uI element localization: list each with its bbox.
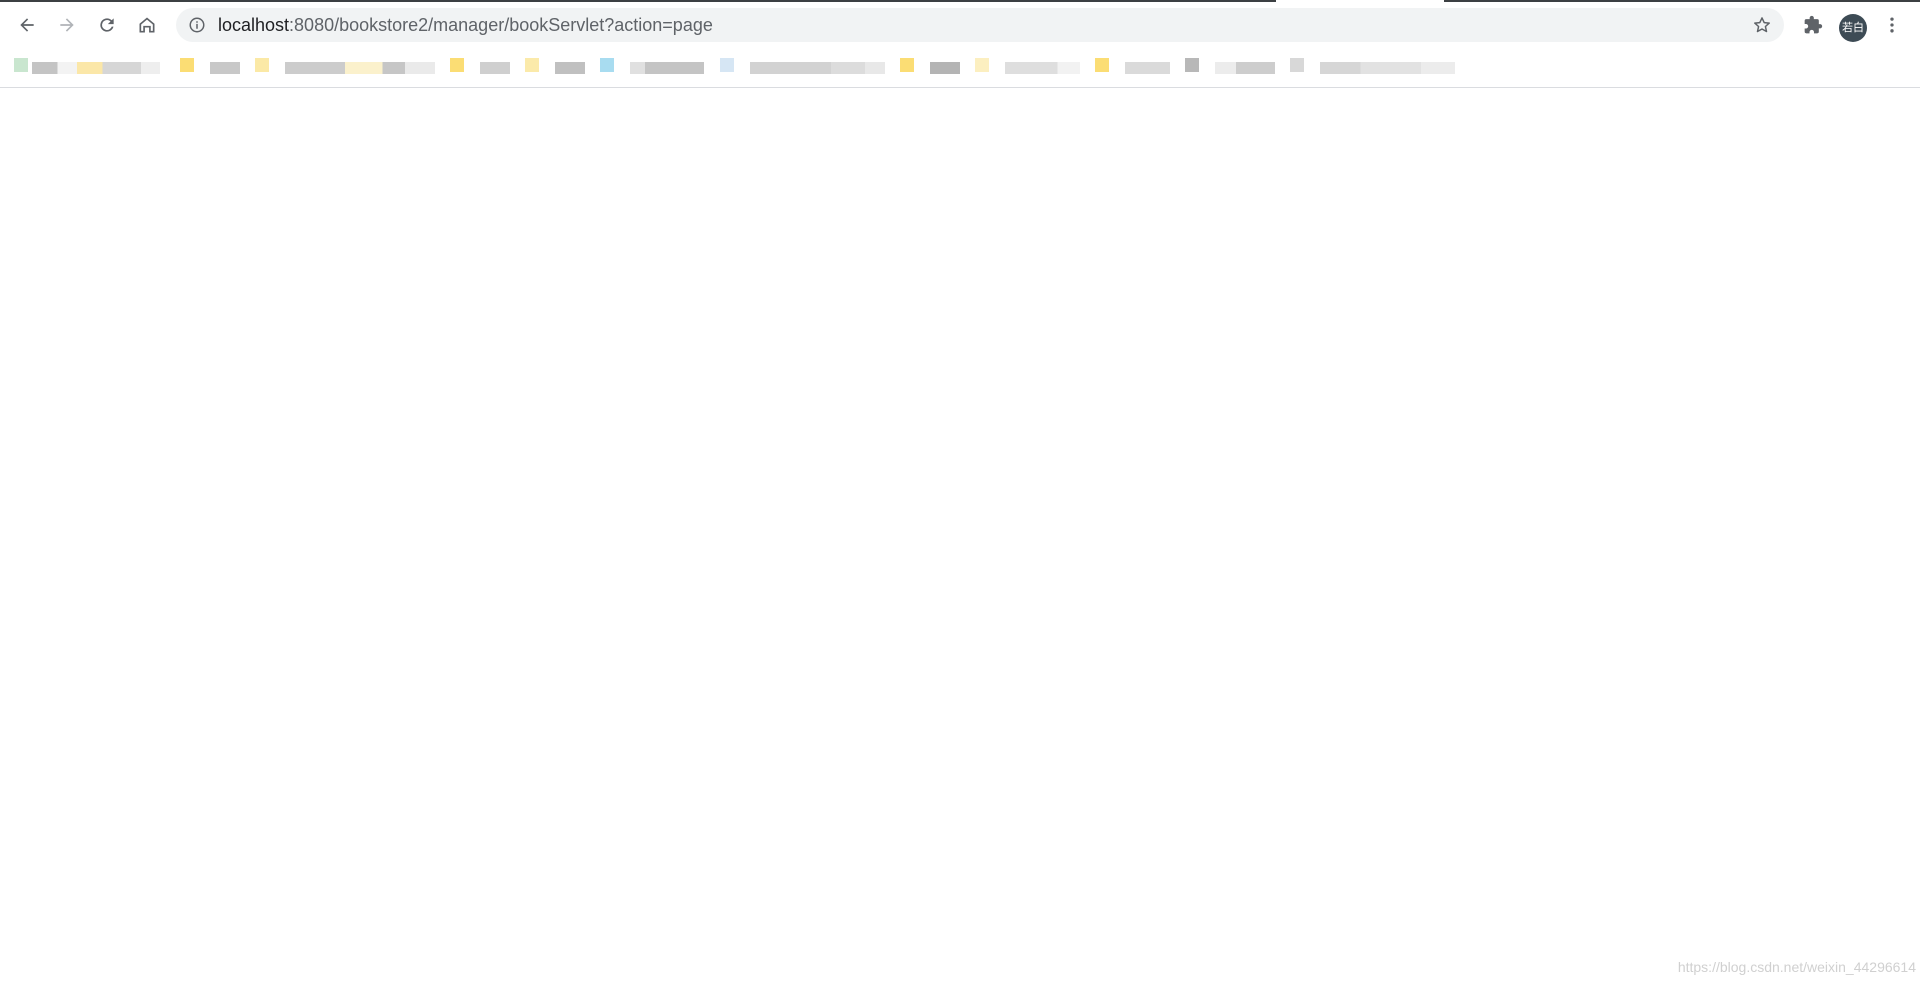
reload-icon bbox=[100, 18, 114, 32]
bookmark-label-blurred bbox=[1215, 62, 1275, 74]
bookmark-item[interactable] bbox=[1185, 56, 1275, 76]
bookmark-label-blurred bbox=[32, 62, 160, 74]
bookmark-favicon-icon bbox=[180, 58, 194, 72]
kebab-menu-icon bbox=[1890, 17, 1894, 33]
info-icon[interactable] bbox=[188, 16, 206, 34]
menu-button[interactable] bbox=[1876, 9, 1908, 41]
bookmark-label-blurred bbox=[285, 62, 435, 74]
bookmark-label-blurred bbox=[480, 62, 510, 74]
bookmark-item[interactable] bbox=[600, 56, 704, 76]
browser-toolbar: localhost:8080/bookstore2/manager/bookSe… bbox=[0, 3, 1920, 46]
address-url[interactable]: localhost:8080/bookstore2/manager/bookSe… bbox=[218, 8, 713, 42]
tab-strip-left bbox=[0, 0, 1276, 2]
bookmark-label-blurred bbox=[1320, 62, 1455, 74]
bookmark-favicon-icon bbox=[1095, 58, 1109, 72]
watermark: https://blog.csdn.net/weixin_44296614 bbox=[1677, 959, 1916, 975]
bookmark-label-blurred bbox=[1125, 62, 1170, 74]
bookmark-label-blurred bbox=[1005, 62, 1080, 74]
extensions-button[interactable] bbox=[1797, 9, 1829, 41]
url-host: localhost bbox=[218, 15, 290, 35]
bookmark-favicon-icon bbox=[1185, 58, 1199, 72]
bookmark-favicon-icon bbox=[1290, 58, 1304, 72]
bookmark-label-blurred bbox=[750, 62, 885, 74]
bookmark-label-blurred bbox=[630, 62, 704, 74]
bookmark-label-blurred bbox=[555, 62, 585, 74]
page-content: https://blog.csdn.net/weixin_44296614 bbox=[0, 88, 1920, 985]
bookmark-favicon-icon bbox=[720, 58, 734, 72]
bookmark-item[interactable] bbox=[14, 56, 164, 76]
bookmark-item[interactable] bbox=[180, 56, 240, 76]
bookmark-item[interactable] bbox=[975, 56, 1080, 76]
address-bar[interactable]: localhost:8080/bookstore2/manager/bookSe… bbox=[176, 8, 1784, 42]
forward-button[interactable] bbox=[51, 9, 83, 41]
bookmark-favicon-icon bbox=[525, 58, 539, 72]
bookmark-item[interactable] bbox=[450, 56, 510, 76]
bookmark-favicon-icon bbox=[900, 58, 914, 72]
back-button[interactable] bbox=[11, 9, 43, 41]
bookmark-item[interactable] bbox=[900, 56, 960, 76]
reload-button[interactable] bbox=[91, 9, 123, 41]
tab-strip-right bbox=[1444, 0, 1920, 2]
bookmark-favicon-icon bbox=[975, 58, 989, 72]
home-icon bbox=[139, 17, 155, 33]
profile-avatar[interactable]: 若白 bbox=[1839, 14, 1867, 42]
home-button[interactable] bbox=[131, 9, 163, 41]
bookmark-item[interactable] bbox=[720, 56, 885, 76]
bookmark-favicon-icon bbox=[450, 58, 464, 72]
bookmark-label-blurred bbox=[210, 62, 240, 74]
bookmark-favicon-icon bbox=[600, 58, 614, 72]
bookmark-favicon-icon bbox=[255, 58, 269, 72]
arrow-right-icon bbox=[60, 18, 74, 32]
arrow-left-icon bbox=[20, 18, 34, 32]
star-icon[interactable] bbox=[1752, 15, 1772, 35]
url-path: :8080/bookstore2/manager/bookServlet?act… bbox=[289, 15, 713, 35]
bookmark-item[interactable] bbox=[1095, 56, 1170, 76]
bookmark-favicon-icon bbox=[14, 58, 28, 72]
bookmarks-bar bbox=[0, 46, 1920, 88]
bookmark-label-blurred bbox=[930, 62, 960, 74]
bookmark-item[interactable] bbox=[525, 56, 585, 76]
bookmark-item[interactable] bbox=[255, 56, 435, 76]
puzzle-icon bbox=[1804, 15, 1823, 34]
bookmark-item[interactable] bbox=[1290, 56, 1455, 76]
